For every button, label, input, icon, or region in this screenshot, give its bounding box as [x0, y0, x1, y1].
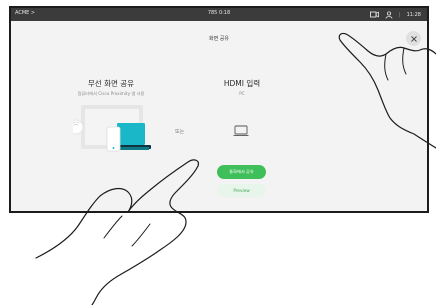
laptop-icon — [233, 125, 249, 136]
device-screen: ACME > 785 0:18 | 11:28 화면 공유 무선 화면 공유 컴… — [9, 6, 429, 213]
status-bar-right: | 11:28 — [369, 9, 421, 20]
status-bar: ACME > 785 0:18 | 11:28 — [11, 8, 427, 21]
hdmi-input-subtitle: PC — [239, 91, 245, 96]
close-icon — [410, 35, 417, 42]
share-in-call-button[interactable]: 통화에서 공유 — [217, 165, 266, 179]
dialog-title: 화면 공유 — [209, 36, 229, 42]
hdmi-input-title: HDMI 입력 — [223, 79, 261, 88]
status-separator: | — [398, 11, 401, 18]
wireless-share-subtitle: 컴퓨터에서 Cisco Proximity 앱 사용 — [77, 91, 145, 96]
share-screen-dialog: 화면 공유 무선 화면 공유 컴퓨터에서 Cisco Proximity 앱 사… — [11, 21, 427, 211]
person-icon[interactable] — [385, 10, 393, 19]
close-button[interactable] — [406, 31, 421, 46]
call-info: 785 0:18 — [207, 10, 231, 16]
or-label: 또는 — [175, 129, 185, 135]
wireless-share-illustration — [73, 105, 151, 152]
camera-icon[interactable] — [369, 11, 379, 18]
wireless-share-title: 무선 화면 공유 — [87, 79, 135, 88]
clock: 11:28 — [406, 11, 421, 18]
preview-button[interactable]: Preview — [217, 184, 266, 197]
